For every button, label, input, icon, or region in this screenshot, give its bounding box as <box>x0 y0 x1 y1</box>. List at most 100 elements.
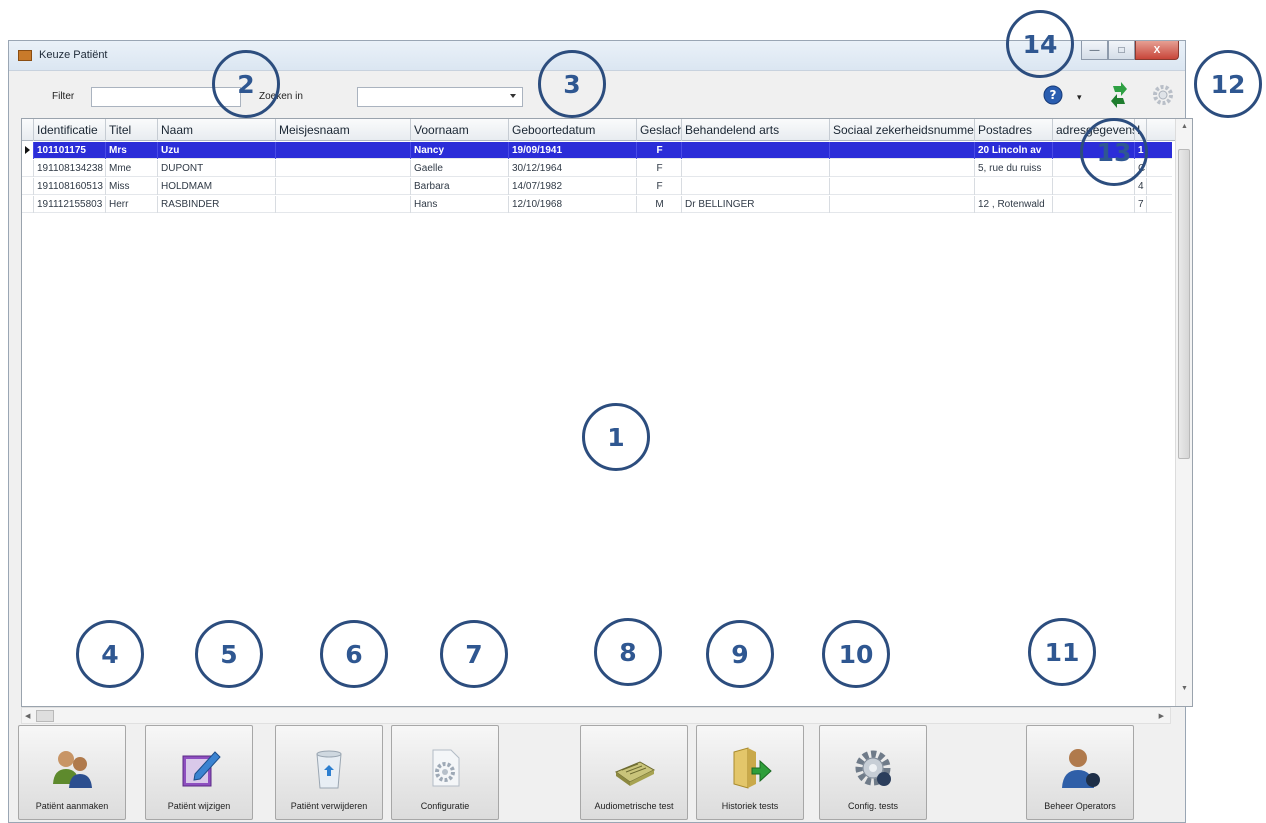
table-cell: 4 <box>1135 178 1147 195</box>
table-cell: M <box>637 196 682 213</box>
table-row[interactable]: 101101175 Mrs Uzu Nancy 19/09/1941 F 20 … <box>22 142 1172 159</box>
test-history-button[interactable]: Historiek tests <box>696 725 804 820</box>
column-header[interactable]: Geslacht <box>637 119 682 141</box>
table-cell <box>276 160 411 177</box>
table-cell: 19/09/1941 <box>509 142 637 159</box>
table-cell: HOLDMAM <box>158 178 276 195</box>
edit-patient-button[interactable]: Patiënt wijzigen <box>145 725 253 820</box>
table-cell: Hans <box>411 196 509 213</box>
column-header[interactable]: Voornaam <box>411 119 509 141</box>
close-button[interactable]: X <box>1135 41 1179 60</box>
callout-10: 10 <box>822 620 890 688</box>
callout-6: 6 <box>320 620 388 688</box>
table-cell: Nancy <box>411 142 509 159</box>
table-cell <box>830 178 975 195</box>
table-cell: 191112155803 <box>34 196 106 213</box>
table-cell: 30/12/1964 <box>509 160 637 177</box>
table-cell <box>830 142 975 159</box>
history-folder-icon <box>733 747 772 789</box>
row-indicator-header <box>22 119 34 141</box>
settings-button[interactable] <box>1149 81 1177 109</box>
test-config-button[interactable]: Config. tests <box>819 725 927 820</box>
scroll-left-icon[interactable]: ◀ <box>25 712 30 720</box>
window-title: Keuze Patiënt <box>39 49 108 61</box>
row-pointer <box>22 196 34 213</box>
table-row[interactable]: 191112155803 Herr RASBINDER Hans 12/10/1… <box>22 196 1172 213</box>
table-cell: 101101175 <box>34 142 106 159</box>
table-cell <box>682 160 830 177</box>
button-label: Audiometrische test <box>594 801 674 811</box>
column-header[interactable]: Meisjesnaam <box>276 119 411 141</box>
vertical-scroll-thumb[interactable] <box>1178 149 1190 459</box>
scroll-down-icon[interactable]: ▼ <box>1181 685 1188 692</box>
button-label: Patiënt aanmaken <box>35 801 109 811</box>
audiometric-test-button[interactable]: Audiometrische test <box>580 725 688 820</box>
column-header[interactable]: Postadres <box>975 119 1053 141</box>
help-dropdown-arrow[interactable]: ▾ <box>1077 92 1082 103</box>
table-cell: 14/07/1982 <box>509 178 637 195</box>
callout-9: 9 <box>706 620 774 688</box>
table-cell: 191108160513 <box>34 178 106 195</box>
callout-11: 11 <box>1028 618 1096 686</box>
table-cell: Barbara <box>411 178 509 195</box>
table-cell: 7 <box>1135 196 1147 213</box>
table-cell: Mrs <box>106 142 158 159</box>
table-cell: 191108134238 <box>34 160 106 177</box>
button-label: Patiënt verwijderen <box>290 801 368 811</box>
refresh-button[interactable] <box>1105 81 1133 109</box>
column-header[interactable]: Titel <box>106 119 158 141</box>
table-cell: F <box>637 178 682 195</box>
callout-7: 7 <box>440 620 508 688</box>
table-cell <box>682 142 830 159</box>
configuration-button[interactable]: Configuratie <box>391 725 499 820</box>
scroll-right-icon[interactable]: ▶ <box>1159 712 1164 720</box>
button-label: Configuratie <box>420 801 470 811</box>
delete-patient-button[interactable]: Patiënt verwijderen <box>275 725 383 820</box>
table-cell: F <box>637 160 682 177</box>
table-row[interactable]: 191108134238 Mme DUPONT Gaelle 30/12/196… <box>22 160 1172 177</box>
help-button[interactable]: ? <box>1039 81 1067 109</box>
column-header[interactable]: Geboortedatum <box>509 119 637 141</box>
table-cell: Dr BELLINGER <box>682 196 830 213</box>
edit-icon <box>182 751 221 787</box>
table-cell <box>830 160 975 177</box>
column-header[interactable]: Identificatie <box>34 119 106 141</box>
table-row[interactable]: 191108160513 Miss HOLDMAM Barbara 14/07/… <box>22 178 1172 195</box>
column-header[interactable]: Behandelend arts <box>682 119 830 141</box>
callout-2: 2 <box>212 50 280 118</box>
button-label: Patiënt wijzigen <box>167 801 231 811</box>
horizontal-scroll-thumb[interactable] <box>36 710 54 722</box>
horizontal-scrollbar[interactable]: ◀ ▶ <box>21 707 1171 724</box>
table-cell: F <box>637 142 682 159</box>
table-cell: Gaelle <box>411 160 509 177</box>
table-cell: RASBINDER <box>158 196 276 213</box>
minimize-button[interactable]: — <box>1081 41 1108 60</box>
table-cell: Miss <box>106 178 158 195</box>
column-header[interactable]: Naam <box>158 119 276 141</box>
search-in-select[interactable] <box>357 87 523 107</box>
table-header: Identificatie Titel Naam Meisjesnaam Voo… <box>22 119 1192 141</box>
config-icon <box>432 749 460 787</box>
recycle-bin-icon <box>316 750 342 789</box>
settings-icon <box>1153 85 1173 105</box>
table-cell <box>276 196 411 213</box>
refresh-icon <box>1111 82 1127 108</box>
users-icon <box>53 751 92 788</box>
app-icon <box>18 50 32 61</box>
callout-4: 4 <box>76 620 144 688</box>
button-label: Config. tests <box>847 801 899 811</box>
maximize-button[interactable]: □ <box>1108 41 1135 60</box>
table-cell <box>276 142 411 159</box>
svg-text:?: ? <box>1050 88 1057 102</box>
callout-1: 1 <box>582 403 650 471</box>
callout-13: 13 <box>1080 118 1148 186</box>
vertical-scrollbar[interactable]: ▲ ▼ <box>1175 119 1192 706</box>
create-patient-button[interactable]: Patiënt aanmaken <box>18 725 126 820</box>
button-label: Beheer Operators <box>1044 801 1116 811</box>
scroll-up-icon[interactable]: ▲ <box>1181 123 1188 130</box>
column-header[interactable]: Sociaal zekerheidsnummer <box>830 119 975 141</box>
table-cell: Herr <box>106 196 158 213</box>
help-icon: ? <box>1043 85 1063 105</box>
manage-operators-button[interactable]: Beheer Operators <box>1026 725 1134 820</box>
callout-12: 12 <box>1194 50 1262 118</box>
